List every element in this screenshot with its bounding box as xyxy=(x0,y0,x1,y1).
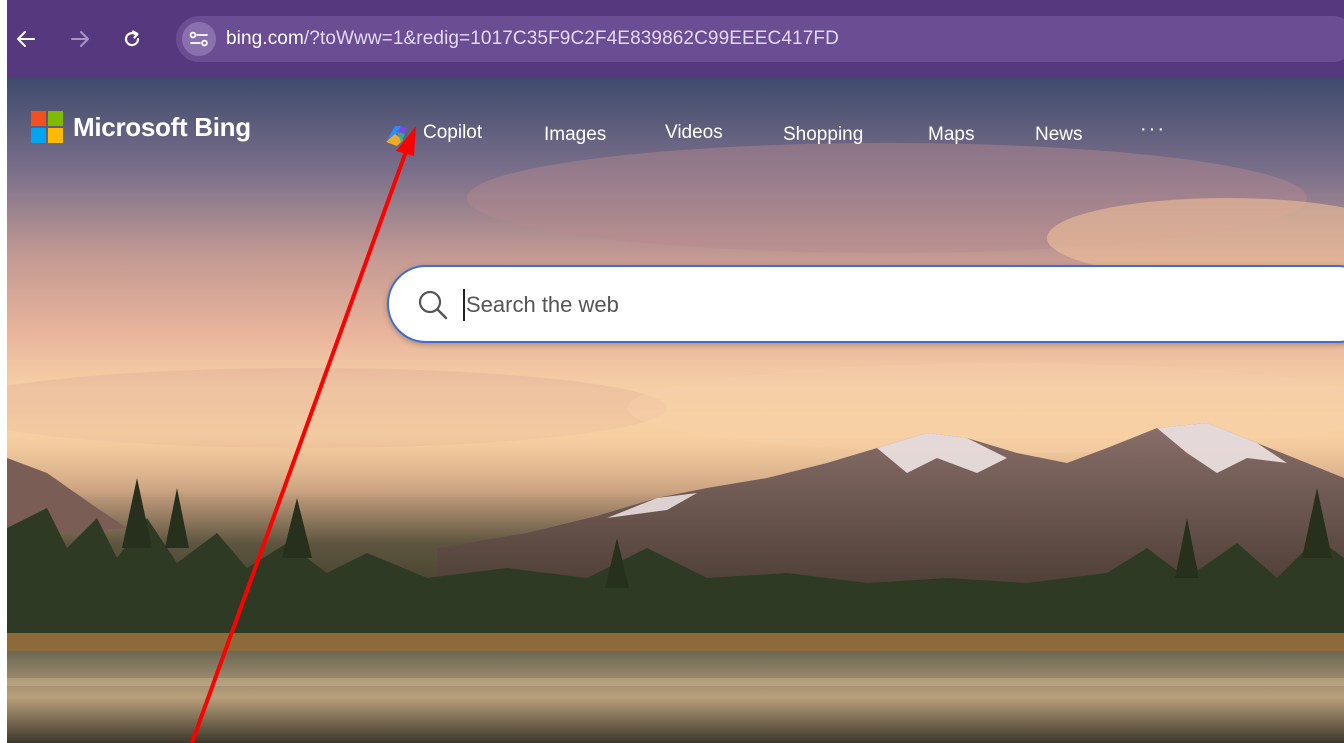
address-url[interactable]: bing.com/?toWww=1&redig=1017C35F9C2F4E83… xyxy=(226,28,839,50)
copilot-icon[interactable] xyxy=(383,122,411,153)
nav-videos[interactable]: Videos xyxy=(665,122,723,144)
nav-copilot[interactable]: Copilot xyxy=(423,122,482,144)
nav-images[interactable]: Images xyxy=(544,124,606,146)
window-frame-left xyxy=(0,0,7,743)
search-box[interactable] xyxy=(387,265,1344,343)
forward-arrow-icon[interactable] xyxy=(63,22,97,56)
back-arrow-icon[interactable] xyxy=(9,22,43,56)
bing-homepage: Microsoft Bing Copilot Images Videos Sho… xyxy=(7,78,1344,743)
nav-shopping[interactable]: Shopping xyxy=(783,124,863,146)
more-menu-button[interactable]: ··· xyxy=(1140,118,1166,141)
nav-news[interactable]: News xyxy=(1035,124,1083,146)
nav-maps[interactable]: Maps xyxy=(928,124,974,146)
logo-text: Microsoft Bing xyxy=(73,111,251,142)
microsoft-bing-logo[interactable]: Microsoft Bing xyxy=(31,111,251,143)
search-icon[interactable] xyxy=(417,289,449,326)
site-info-icon[interactable] xyxy=(182,22,216,56)
url-host: bing.com xyxy=(226,28,304,49)
search-input[interactable] xyxy=(464,283,1328,327)
background-landscape-image xyxy=(7,143,1344,743)
url-path: /?toWww=1&redig=1017C35F9C2F4E839862C99E… xyxy=(303,28,839,49)
reload-icon[interactable] xyxy=(115,22,149,56)
microsoft-logo-icon xyxy=(31,111,63,143)
